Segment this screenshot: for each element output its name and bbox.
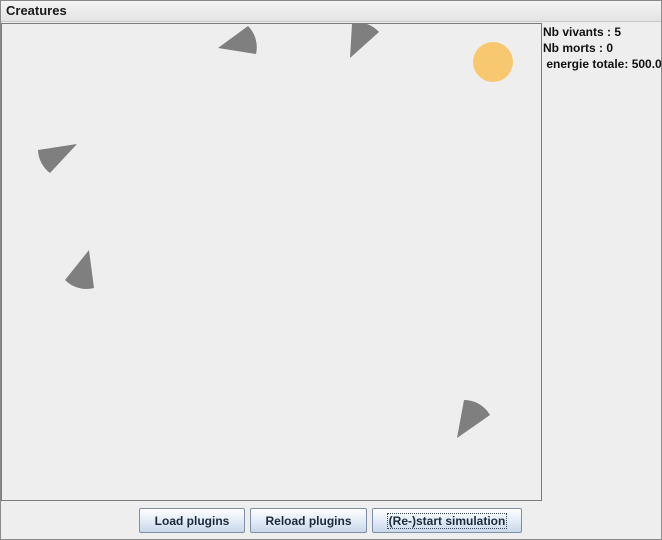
simulation-view — [38, 24, 513, 438]
app-window: Creatures Nb vivants : 5 Nb morts : 0 en… — [0, 0, 662, 540]
creature — [38, 144, 77, 173]
restart-simulation-label: (Re-)start simulation — [386, 512, 508, 529]
window-title: Creatures — [6, 3, 67, 18]
energy-source — [473, 42, 513, 82]
reload-plugins-button[interactable]: Reload plugins — [250, 508, 367, 533]
reload-plugins-label: Reload plugins — [265, 513, 352, 528]
simulation-canvas[interactable] — [1, 23, 542, 501]
dead-count-label: Nb morts : 0 — [543, 41, 614, 55]
load-plugins-label: Load plugins — [154, 513, 230, 528]
load-plugins-button[interactable]: Load plugins — [139, 508, 245, 533]
creature — [350, 24, 379, 58]
creature — [218, 26, 257, 54]
creature — [65, 250, 94, 289]
creature — [457, 400, 490, 438]
title-bar: Creatures — [1, 1, 661, 22]
restart-simulation-button[interactable]: (Re-)start simulation — [372, 508, 522, 533]
alive-count-label: Nb vivants : 5 — [543, 25, 622, 39]
total-energy-label: energie totale: 500.0 — [543, 57, 662, 71]
